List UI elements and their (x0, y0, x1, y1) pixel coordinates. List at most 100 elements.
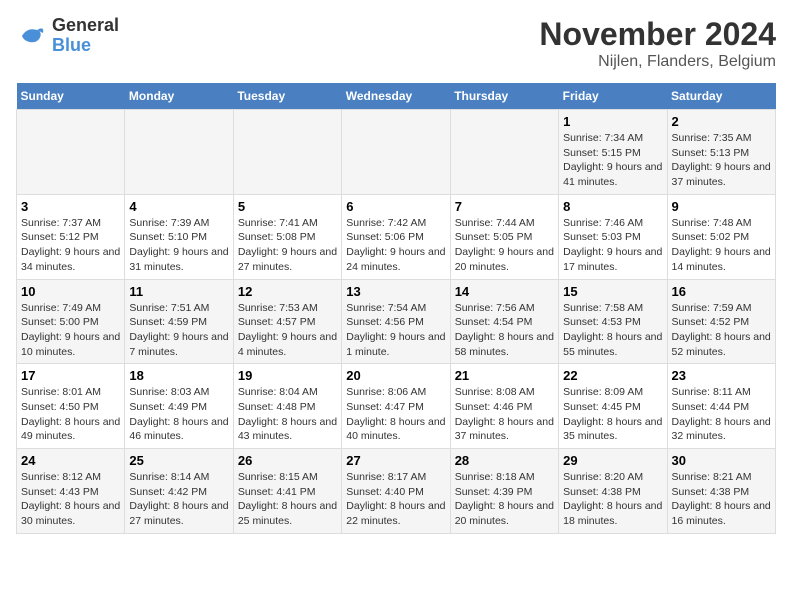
day-info: Sunrise: 7:48 AM Sunset: 5:02 PM Dayligh… (672, 216, 771, 275)
logo-general: General (52, 16, 119, 36)
calendar-cell: 21 Sunrise: 8:08 AM Sunset: 4:46 PM Dayli… (450, 364, 558, 449)
day-number: 12 (238, 284, 337, 299)
day-info: Sunrise: 8:09 AM Sunset: 4:45 PM Dayligh… (563, 385, 662, 444)
calendar-cell: 7Sunrise: 7:44 AM Sunset: 5:05 PM Daylig… (450, 194, 558, 279)
weekday-header: Wednesday (342, 83, 450, 110)
day-number: 27 (346, 453, 445, 468)
calendar-cell: 24 Sunrise: 8:12 AM Sunset: 4:43 PM Dayli… (17, 449, 125, 534)
day-info: Sunrise: 8:21 AM Sunset: 4:38 PM Dayligh… (672, 470, 771, 529)
day-info: Sunrise: 7:35 AM Sunset: 5:13 PM Dayligh… (672, 131, 771, 190)
day-info: Sunrise: 7:34 AM Sunset: 5:15 PM Dayligh… (563, 131, 662, 190)
calendar-cell: 13 Sunrise: 7:54 AM Sunset: 4:56 PM Dayli… (342, 279, 450, 364)
calendar-cell (17, 110, 125, 195)
calendar-cell: 2Sunrise: 7:35 AM Sunset: 5:13 PM Daylig… (667, 110, 775, 195)
day-number: 4 (129, 199, 228, 214)
calendar-title: November 2024 (539, 16, 776, 53)
day-info: Sunrise: 7:59 AM Sunset: 4:52 PM Dayligh… (672, 301, 771, 360)
calendar-table: SundayMondayTuesdayWednesdayThursdayFrid… (16, 83, 776, 534)
calendar-cell: 12Sunrise: 7:53 AM Sunset: 4:57 PM Dayli… (233, 279, 341, 364)
calendar-week-row: 10 Sunrise: 7:49 AM Sunset: 5:00 PM Dayli… (17, 279, 776, 364)
day-info: Sunrise: 7:54 AM Sunset: 4:56 PM Dayligh… (346, 301, 445, 360)
day-info: Sunrise: 7:58 AM Sunset: 4:53 PM Dayligh… (563, 301, 662, 360)
calendar-cell: 22 Sunrise: 8:09 AM Sunset: 4:45 PM Dayli… (559, 364, 667, 449)
day-number: 16 (672, 284, 771, 299)
day-info: Sunrise: 7:42 AM Sunset: 5:06 PM Dayligh… (346, 216, 445, 275)
calendar-cell: 11Sunrise: 7:51 AM Sunset: 4:59 PM Dayli… (125, 279, 233, 364)
day-info: Sunrise: 8:01 AM Sunset: 4:50 PM Dayligh… (21, 385, 120, 444)
day-number: 5 (238, 199, 337, 214)
day-number: 28 (455, 453, 554, 468)
calendar-cell: 23Sunrise: 8:11 AM Sunset: 4:44 PM Dayli… (667, 364, 775, 449)
logo: General Blue (16, 16, 119, 56)
logo-blue: Blue (52, 36, 119, 56)
calendar-cell: 18 Sunrise: 8:03 AM Sunset: 4:49 PM Dayli… (125, 364, 233, 449)
calendar-cell: 4 Sunrise: 7:39 AM Sunset: 5:10 PM Daylig… (125, 194, 233, 279)
calendar-cell: 16 Sunrise: 7:59 AM Sunset: 4:52 PM Dayli… (667, 279, 775, 364)
calendar-cell: 20Sunrise: 8:06 AM Sunset: 4:47 PM Dayli… (342, 364, 450, 449)
calendar-cell: 29 Sunrise: 8:20 AM Sunset: 4:38 PM Dayli… (559, 449, 667, 534)
day-info: Sunrise: 8:06 AM Sunset: 4:47 PM Dayligh… (346, 385, 445, 444)
calendar-cell: 9 Sunrise: 7:48 AM Sunset: 5:02 PM Daylig… (667, 194, 775, 279)
day-number: 30 (672, 453, 771, 468)
day-number: 7 (455, 199, 554, 214)
day-number: 1 (563, 114, 662, 129)
calendar-cell (233, 110, 341, 195)
day-info: Sunrise: 7:39 AM Sunset: 5:10 PM Dayligh… (129, 216, 228, 275)
calendar-week-row: 1 Sunrise: 7:34 AM Sunset: 5:15 PM Daylig… (17, 110, 776, 195)
day-info: Sunrise: 8:11 AM Sunset: 4:44 PM Dayligh… (672, 385, 771, 444)
weekday-header-row: SundayMondayTuesdayWednesdayThursdayFrid… (17, 83, 776, 110)
day-number: 6 (346, 199, 445, 214)
day-number: 9 (672, 199, 771, 214)
day-info: Sunrise: 8:04 AM Sunset: 4:48 PM Dayligh… (238, 385, 337, 444)
calendar-cell (450, 110, 558, 195)
calendar-cell: 6 Sunrise: 7:42 AM Sunset: 5:06 PM Daylig… (342, 194, 450, 279)
weekday-header: Thursday (450, 83, 558, 110)
calendar-subtitle: Nijlen, Flanders, Belgium (539, 53, 776, 71)
day-number: 13 (346, 284, 445, 299)
day-info: Sunrise: 7:51 AM Sunset: 4:59 PM Dayligh… (129, 301, 228, 360)
day-info: Sunrise: 8:20 AM Sunset: 4:38 PM Dayligh… (563, 470, 662, 529)
day-info: Sunrise: 8:03 AM Sunset: 4:49 PM Dayligh… (129, 385, 228, 444)
day-info: Sunrise: 7:56 AM Sunset: 4:54 PM Dayligh… (455, 301, 554, 360)
day-number: 24 (21, 453, 120, 468)
day-info: Sunrise: 8:15 AM Sunset: 4:41 PM Dayligh… (238, 470, 337, 529)
calendar-cell: 14 Sunrise: 7:56 AM Sunset: 4:54 PM Dayli… (450, 279, 558, 364)
day-number: 10 (21, 284, 120, 299)
calendar-cell: 5 Sunrise: 7:41 AM Sunset: 5:08 PM Daylig… (233, 194, 341, 279)
calendar-cell: 17Sunrise: 8:01 AM Sunset: 4:50 PM Dayli… (17, 364, 125, 449)
page-header: General Blue November 2024 Nijlen, Fland… (16, 16, 776, 71)
day-number: 25 (129, 453, 228, 468)
day-info: Sunrise: 7:49 AM Sunset: 5:00 PM Dayligh… (21, 301, 120, 360)
calendar-cell: 30 Sunrise: 8:21 AM Sunset: 4:38 PM Dayli… (667, 449, 775, 534)
day-number: 3 (21, 199, 120, 214)
day-number: 18 (129, 368, 228, 383)
day-number: 21 (455, 368, 554, 383)
day-info: Sunrise: 8:17 AM Sunset: 4:40 PM Dayligh… (346, 470, 445, 529)
day-info: Sunrise: 8:18 AM Sunset: 4:39 PM Dayligh… (455, 470, 554, 529)
weekday-header: Tuesday (233, 83, 341, 110)
day-info: Sunrise: 8:08 AM Sunset: 4:46 PM Dayligh… (455, 385, 554, 444)
day-info: Sunrise: 7:41 AM Sunset: 5:08 PM Dayligh… (238, 216, 337, 275)
weekday-header: Sunday (17, 83, 125, 110)
calendar-cell: 27 Sunrise: 8:17 AM Sunset: 4:40 PM Dayli… (342, 449, 450, 534)
logo-bird-icon (16, 21, 46, 51)
calendar-week-row: 24 Sunrise: 8:12 AM Sunset: 4:43 PM Dayli… (17, 449, 776, 534)
weekday-header: Saturday (667, 83, 775, 110)
calendar-cell: 15 Sunrise: 7:58 AM Sunset: 4:53 PM Dayli… (559, 279, 667, 364)
day-number: 19 (238, 368, 337, 383)
day-number: 15 (563, 284, 662, 299)
day-number: 22 (563, 368, 662, 383)
calendar-cell: 19 Sunrise: 8:04 AM Sunset: 4:48 PM Dayli… (233, 364, 341, 449)
calendar-cell: 25Sunrise: 8:14 AM Sunset: 4:42 PM Dayli… (125, 449, 233, 534)
day-info: Sunrise: 8:12 AM Sunset: 4:43 PM Dayligh… (21, 470, 120, 529)
calendar-cell (342, 110, 450, 195)
calendar-cell: 1 Sunrise: 7:34 AM Sunset: 5:15 PM Daylig… (559, 110, 667, 195)
calendar-cell: 3 Sunrise: 7:37 AM Sunset: 5:12 PM Daylig… (17, 194, 125, 279)
logo-text: General Blue (52, 16, 119, 56)
day-number: 29 (563, 453, 662, 468)
weekday-header: Monday (125, 83, 233, 110)
calendar-week-row: 3 Sunrise: 7:37 AM Sunset: 5:12 PM Daylig… (17, 194, 776, 279)
title-block: November 2024 Nijlen, Flanders, Belgium (539, 16, 776, 71)
day-info: Sunrise: 7:37 AM Sunset: 5:12 PM Dayligh… (21, 216, 120, 275)
day-number: 14 (455, 284, 554, 299)
